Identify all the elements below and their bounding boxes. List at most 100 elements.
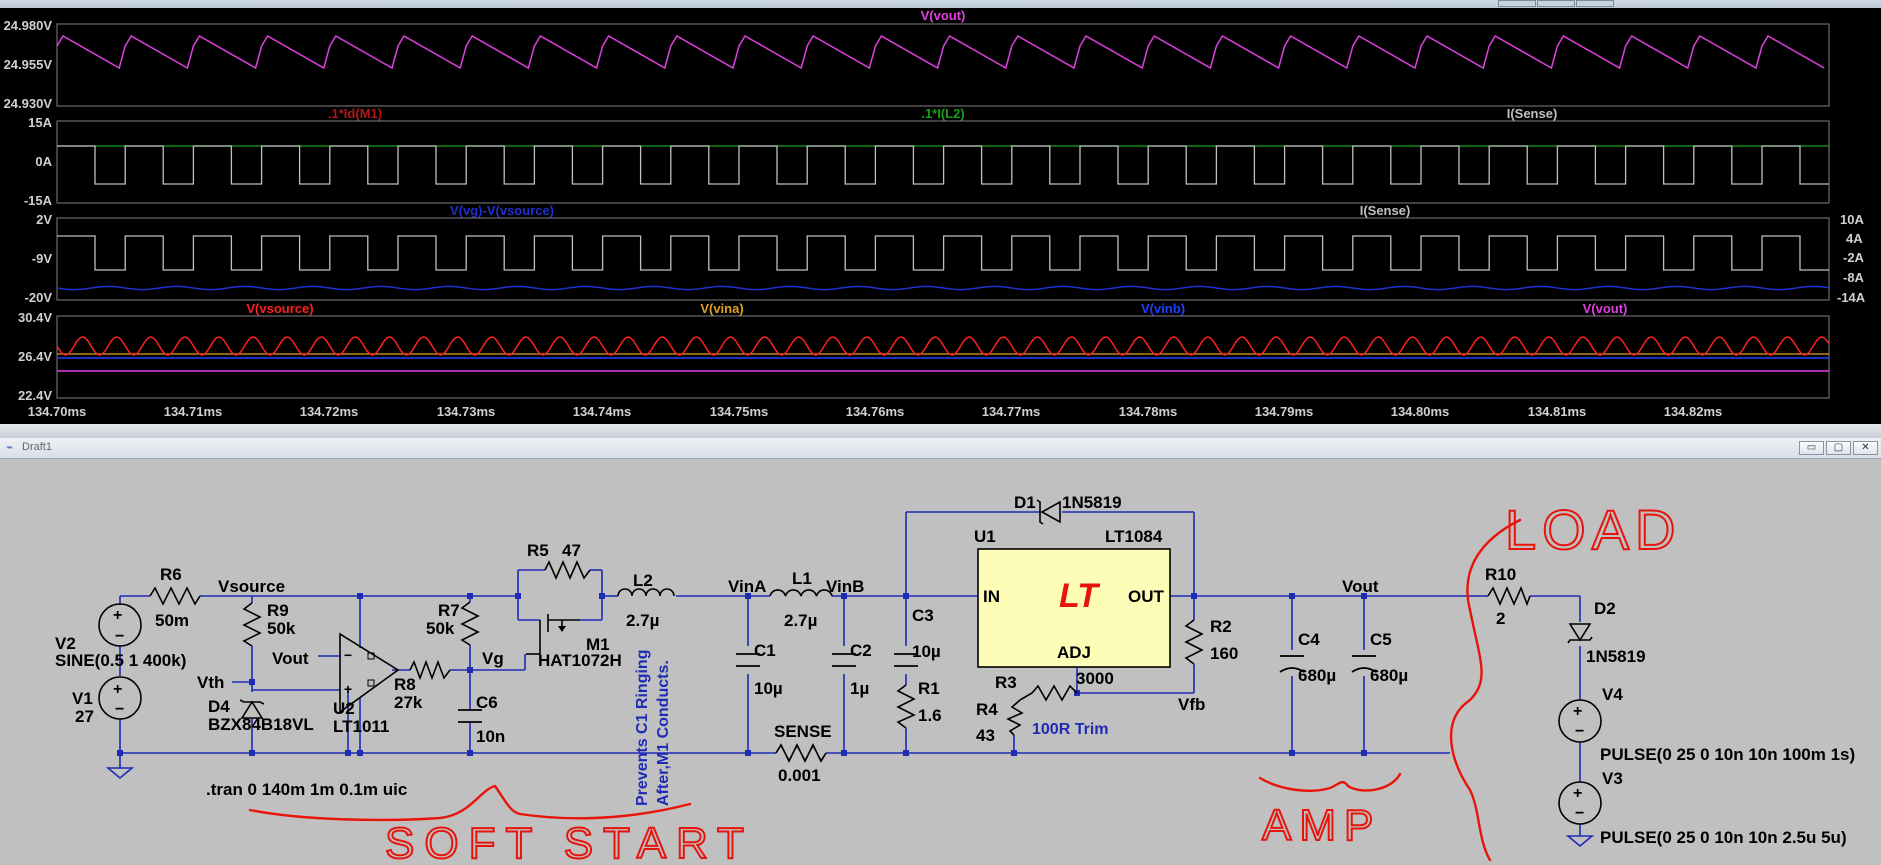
l2-name: L2 xyxy=(633,571,653,590)
xtick: 134.70ms xyxy=(28,404,87,419)
pane4-ytick-bottom: 22.4V xyxy=(18,388,52,403)
amp-brace-icon xyxy=(1258,772,1402,792)
waveform-maximize-button[interactable] xyxy=(1537,0,1575,7)
trace-vsource xyxy=(56,336,1830,356)
u1-pin-in: IN xyxy=(983,587,1000,606)
c3-value: 10µ xyxy=(912,642,941,661)
svg-text:+: + xyxy=(113,607,122,624)
pane2-ytick-bottom: -15A xyxy=(24,193,53,208)
c6-value: 10n xyxy=(476,727,505,746)
resistor-r6[interactable] xyxy=(149,586,201,606)
schematic-window[interactable]: ⌁ Draft1 ▭ ▢ ✕ + − + − V2 SINE(0.5 1 400… xyxy=(0,424,1881,865)
net-label-vout: Vout xyxy=(1342,577,1379,596)
r2-value: 160 xyxy=(1210,644,1238,663)
resistor-r1[interactable] xyxy=(896,684,916,729)
voltage-source-v4[interactable]: + − xyxy=(1558,699,1602,743)
u2-value: LT1011 xyxy=(333,717,389,736)
trace-i-sense-pane3 xyxy=(57,235,1829,271)
r5-value: 47 xyxy=(562,541,581,560)
pane2-trace-label-i-l2[interactable]: .1*I(L2) xyxy=(921,106,964,121)
resistor-r7[interactable] xyxy=(460,601,480,646)
schematic-close-button[interactable]: ✕ xyxy=(1853,441,1878,455)
r4-value: 43 xyxy=(976,726,995,745)
r6-value: 50m xyxy=(155,611,189,630)
svg-text:−: − xyxy=(115,701,124,718)
c4-name: C4 xyxy=(1298,630,1320,649)
pane3-y2tick-1: 4A xyxy=(1846,231,1863,246)
pane3-y2tick-4: -14A xyxy=(1837,290,1866,305)
c5-value: 680µ xyxy=(1370,666,1408,685)
m1-value: HAT1072H xyxy=(538,651,622,670)
svg-text:−: − xyxy=(1575,723,1584,740)
inductor-l1[interactable] xyxy=(769,589,833,597)
schematic-title: Draft1 xyxy=(22,441,52,453)
schottky-diode-d2[interactable] xyxy=(1567,623,1593,644)
pane4-trace-label-vina[interactable]: V(vina) xyxy=(700,301,743,316)
pane3-trace-label-i-sense[interactable]: I(Sense) xyxy=(1360,203,1411,218)
c2-name: C2 xyxy=(850,641,872,660)
pane2-trace-label-i-sense[interactable]: I(Sense) xyxy=(1507,106,1558,121)
pane4-trace-label-vout[interactable]: V(vout) xyxy=(1583,301,1628,316)
schematic-restore-button[interactable]: ▢ xyxy=(1826,441,1851,455)
resistor-r8[interactable] xyxy=(409,659,451,681)
waveform-plot[interactable]: V(vout) 24.980V 24.955V 24.930V .1*Id(M1… xyxy=(0,8,1881,424)
pane4-trace-label-vinb[interactable]: V(vinb) xyxy=(1141,301,1185,316)
u1-name: U1 xyxy=(974,527,996,546)
waveform-minimize-button[interactable] xyxy=(1498,0,1536,7)
l1-value: 2.7µ xyxy=(784,611,817,630)
resistor-r3[interactable] xyxy=(1019,684,1078,702)
pane1-trace-label-vout[interactable]: V(vout) xyxy=(921,8,966,23)
r1-name: R1 xyxy=(918,679,940,698)
u1-value: LT1084 xyxy=(1105,527,1163,546)
u2-name: U2 xyxy=(333,699,355,718)
resistor-r2[interactable] xyxy=(1184,619,1204,665)
handwritten-load: LOAD xyxy=(1505,498,1682,561)
trace-i-sense-pane2 xyxy=(57,145,1829,185)
resistor-r5[interactable] xyxy=(544,560,591,580)
xtick: 134.81ms xyxy=(1528,404,1587,419)
pane3-ytick-top: 2V xyxy=(36,212,52,227)
window-splitter[interactable] xyxy=(0,424,1881,439)
pane3-trace-label-vg-vsource[interactable]: V(vg)-V(vsource) xyxy=(450,203,554,218)
pane4-trace-label-vsource[interactable]: V(vsource) xyxy=(246,301,313,316)
pane4-ytick-mid: 26.4V xyxy=(18,349,52,364)
r8-name: R8 xyxy=(394,675,416,694)
waveform-close-button[interactable] xyxy=(1576,0,1614,7)
trace-vout-sawtooth xyxy=(56,34,1825,70)
r1-value: 1.6 xyxy=(918,706,942,725)
xtick: 134.73ms xyxy=(437,404,496,419)
pane3-y2tick-3: -8A xyxy=(1843,270,1865,285)
c1-value: 10µ xyxy=(754,679,783,698)
pane2-trace-label-id-m1[interactable]: .1*Id(M1) xyxy=(328,106,382,121)
inductor-l2[interactable] xyxy=(617,588,675,597)
pane3-y2tick-0: 10A xyxy=(1840,212,1864,227)
net-label-vfb: Vfb xyxy=(1178,695,1205,714)
comment-ringing-2: After,M1 Conducts. xyxy=(655,660,672,806)
d2-value: 1N5819 xyxy=(1586,647,1646,666)
resistor-r10[interactable] xyxy=(1487,585,1531,607)
r9-name: R9 xyxy=(267,601,289,620)
voltage-source-v3[interactable]: + − xyxy=(1558,781,1602,825)
resistor-r4[interactable] xyxy=(1006,699,1024,736)
voltage-source-v2[interactable]: + − xyxy=(98,603,142,647)
xtick: 134.74ms xyxy=(573,404,632,419)
r5-name: R5 xyxy=(527,541,549,560)
schematic-canvas[interactable]: + − + − V2 SINE(0.5 1 400k) V1 27 R6 50m… xyxy=(0,459,1881,865)
net-label-vinb: VinB xyxy=(826,577,864,596)
spice-directive[interactable]: .tran 0 140m 1m 0.1m uic xyxy=(206,780,407,799)
resistor-r9[interactable] xyxy=(242,602,262,647)
voltage-source-v1[interactable]: + − xyxy=(98,676,142,720)
schematic-minimize-button[interactable]: ▭ xyxy=(1799,441,1824,455)
net-label-vsource: Vsource xyxy=(218,577,285,596)
d1-name: D1 xyxy=(1014,493,1036,512)
waveform-viewer[interactable]: V(vout) 24.980V 24.955V 24.930V .1*Id(M1… xyxy=(0,0,1881,424)
waveform-titlebar xyxy=(0,0,1881,8)
c3-name: C3 xyxy=(912,606,934,625)
schematic-titlebar[interactable]: ⌁ Draft1 ▭ ▢ ✕ xyxy=(0,438,1881,459)
comment-trim: 100R Trim xyxy=(1032,721,1108,738)
svg-text:+: + xyxy=(113,681,122,698)
d4-value: BZX84B18VL xyxy=(208,715,314,734)
c2-value: 1µ xyxy=(850,679,869,698)
v4-value: PULSE(0 25 0 10n 10n 100m 1s) xyxy=(1600,745,1855,764)
schottky-diode-d1[interactable] xyxy=(1036,499,1061,525)
